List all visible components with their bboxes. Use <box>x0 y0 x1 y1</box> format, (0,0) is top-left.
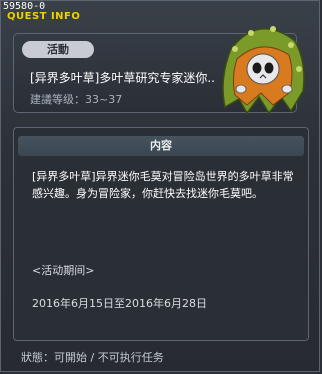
event-period-dates: 2016年6月15日至2016年6月28日 <box>32 297 207 310</box>
quest-type-badge: 活動 <box>22 41 94 58</box>
content-header: 内容 <box>18 136 304 156</box>
quest-info-window: 59580-0 QUEST INFO 活動 [异界多叶草]多叶草研究专家迷你..… <box>0 0 320 372</box>
recommended-level: 建議等级：33~37 <box>30 93 123 106</box>
window-title: QUEST INFO <box>7 11 81 22</box>
quest-status: 狀態：可開始 / 不可执行任务 <box>21 351 164 364</box>
leaf-hooded-skull-npc-icon <box>222 26 305 115</box>
quest-name: [异界多叶草]多叶草研究专家迷你.. <box>30 71 215 85</box>
quest-description: [异界多叶草]异界迷你毛莫对冒险岛世界的多叶草非常感兴趣。身为冒险家，你赶快去找… <box>32 170 294 200</box>
quest-content-panel: 内容 [异界多叶草]异界迷你毛莫对冒险岛世界的多叶草非常感兴趣。身为冒险家，你赶… <box>13 127 309 341</box>
event-period-label: <活动期间> <box>32 264 95 277</box>
